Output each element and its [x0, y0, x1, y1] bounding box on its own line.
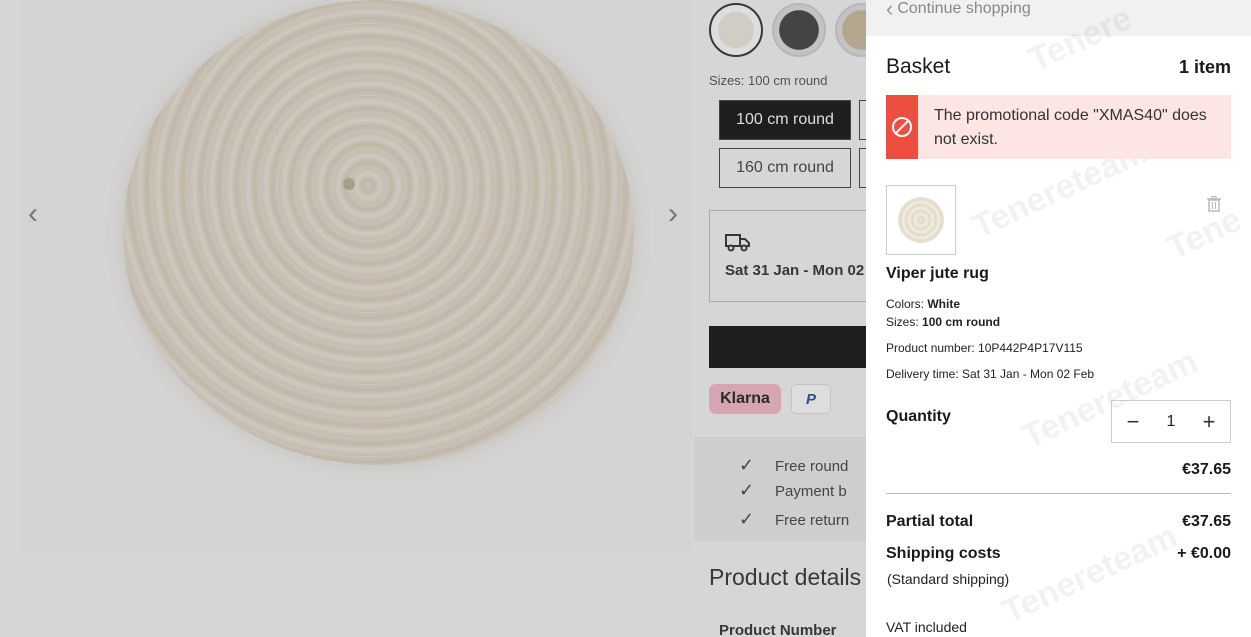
basket-drawer: Tenere Tenereteam Tene Tenereteam Tenere… [866, 0, 1251, 637]
delivery-time: Delivery time: Sat 31 Jan - Mon 02 Feb [886, 367, 1095, 381]
shipping-costs-label: Shipping costs [886, 545, 1001, 562]
product-thumbnail[interactable] [886, 185, 956, 255]
product-name[interactable]: Viper jute rug [886, 265, 989, 283]
shipping-costs-value: + €0.00 [1177, 545, 1231, 562]
size-value: 100 cm round [922, 315, 1001, 329]
quantity-label: Quantity [886, 408, 951, 425]
quantity-stepper: − 1 + [1111, 400, 1231, 443]
color-label: Colors: [886, 297, 925, 311]
size-label: Sizes: [886, 315, 919, 329]
alert-message: The promotional code "XMAS40" does not e… [933, 107, 1207, 148]
watermark: Tenereteam [996, 517, 1184, 632]
basket-item-count: 1 item [1178, 57, 1231, 77]
partial-total-value: €37.65 [1182, 513, 1231, 530]
alert-icon-box [886, 95, 918, 159]
modal-backdrop[interactable] [0, 0, 866, 637]
line-item-price: €37.65 [1182, 461, 1231, 478]
color-value: White [927, 297, 961, 311]
quantity-value[interactable]: 1 [1167, 413, 1176, 431]
prohibited-icon [891, 117, 912, 137]
plus-icon[interactable]: + [1200, 410, 1218, 432]
minus-icon[interactable]: − [1124, 410, 1142, 432]
thumbnail-image [898, 197, 944, 243]
divider [886, 493, 1231, 494]
partial-total-label: Partial total [886, 513, 974, 530]
continue-shopping-link[interactable]: ‹ Continue shopping [886, 0, 1031, 21]
product-color-attr: Colors: White [886, 297, 960, 311]
continue-shopping-label: Continue shopping [897, 0, 1031, 17]
promo-error-alert: The promotional code "XMAS40" does not e… [886, 95, 1231, 159]
product-number: Product number: 10P442P4P17V115 [886, 341, 1083, 355]
basket-title: Basket [886, 55, 951, 78]
trash-icon[interactable] [1207, 195, 1221, 217]
chevron-left-icon: ‹ [886, 0, 894, 21]
vat-note: VAT included [886, 619, 967, 635]
shipping-method-note: (Standard shipping) [887, 571, 1010, 587]
product-size-attr: Sizes: 100 cm round [886, 315, 1000, 329]
watermark: Tene [1161, 200, 1248, 268]
